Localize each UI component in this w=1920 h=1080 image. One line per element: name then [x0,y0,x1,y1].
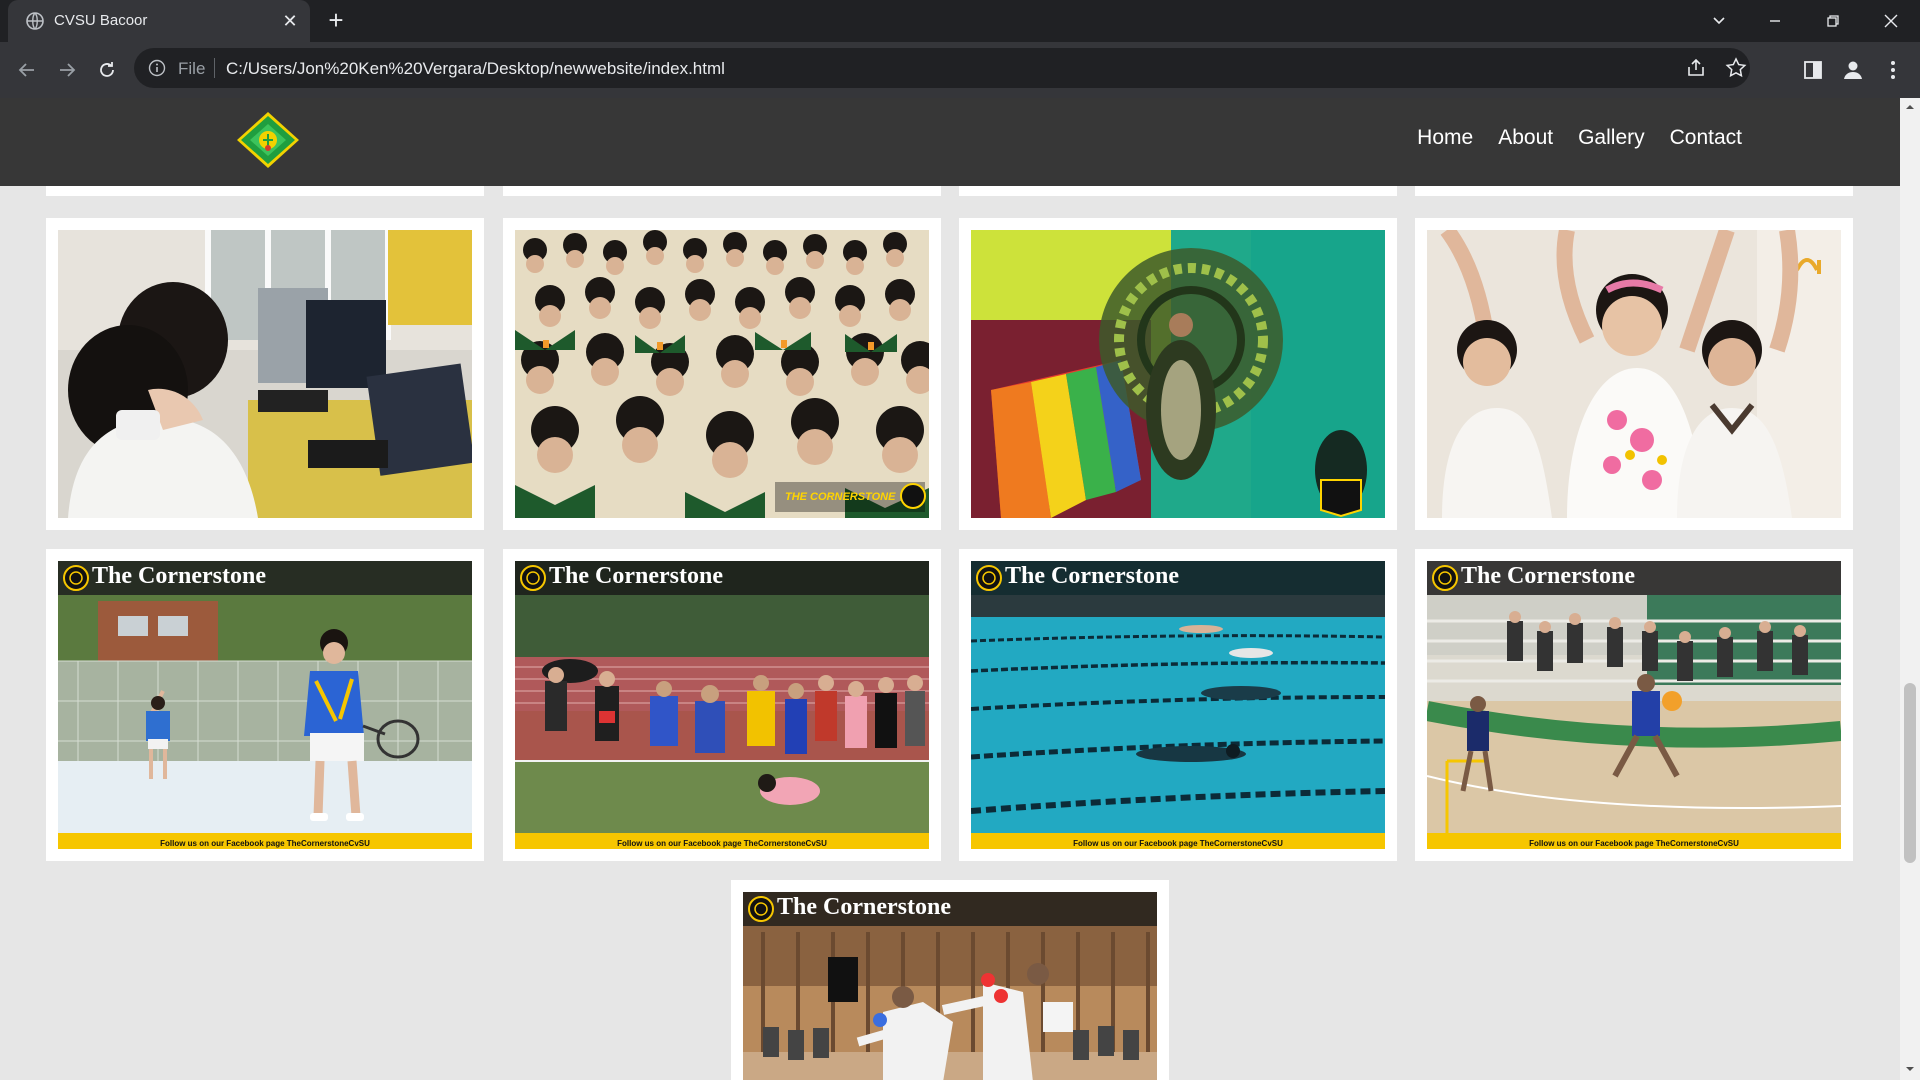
facebook-footer-strip: Follow us on our Facebook page TheCorner… [1427,833,1841,849]
gallery-photo-dancers[interactable] [1427,230,1841,518]
restore-icon[interactable] [1820,8,1846,34]
info-icon[interactable] [148,59,166,77]
gallery-card[interactable]: The Cornerstone Follow us on our Faceboo… [46,549,484,861]
gallery-card[interactable]: The Cornerstone [731,880,1169,1080]
gallery-photo-tennis[interactable]: The Cornerstone Follow us on our Faceboo… [58,561,472,849]
facebook-footer-strip: Follow us on our Facebook page TheCorner… [971,833,1385,849]
footer-text: Follow us on our Facebook page TheCorner… [1073,839,1283,848]
gallery-card[interactable] [46,218,484,530]
footer-text: Follow us on our Facebook page TheCorner… [1529,839,1739,848]
cornerstone-banner: The Cornerstone [971,561,1385,595]
gallery-photo-track-game[interactable]: The Cornerstone Follow us on our Faceboo… [515,561,929,849]
scheme-label: File [178,59,206,78]
new-tab-icon[interactable]: + [324,7,348,33]
site-navbar: Home About Gallery Contact [0,98,1900,186]
cornerstone-seal-icon [748,896,774,922]
scroll-up-icon[interactable] [1905,102,1915,112]
cornerstone-seal-icon [63,565,89,591]
nav-contact[interactable]: Contact [1670,126,1742,150]
gallery-card[interactable]: The Cornerstone Follow us on our Faceboo… [1415,549,1853,861]
footer-text: Follow us on our Facebook page TheCorner… [160,839,370,848]
nav-links: Home About Gallery Contact [1417,126,1742,150]
watermark-text: THE CORNERSTONE [785,491,896,503]
cornerstone-banner: The Cornerstone [58,561,472,595]
gallery-card[interactable]: The Cornerstone Follow us on our Faceboo… [959,549,1397,861]
page-viewport: Home About Gallery Contact THE CORNERSTO… [0,98,1920,1080]
scroll-down-icon[interactable] [1905,1064,1915,1074]
page-scrollbar[interactable] [1900,98,1920,1080]
cornerstone-banner: The Cornerstone [743,892,1157,926]
gallery-photo-swimming[interactable]: The Cornerstone Follow us on our Faceboo… [971,561,1385,849]
globe-icon [26,12,44,30]
close-tab-icon[interactable]: ✕ [280,11,300,31]
footer-text: Follow us on our Facebook page TheCorner… [617,839,827,848]
gallery-card[interactable]: THE CORNERSTONE [503,218,941,530]
banner-title: The Cornerstone [1461,563,1635,589]
profile-icon[interactable] [1840,57,1866,83]
nav-gallery[interactable]: Gallery [1578,126,1645,150]
gallery-card[interactable] [1415,218,1853,530]
close-window-icon[interactable] [1878,8,1904,34]
reload-icon[interactable] [94,57,120,83]
gallery-photo-computer-lab[interactable] [58,230,472,518]
minimize-icon[interactable] [1762,8,1788,34]
facebook-footer-strip: Follow us on our Facebook page TheCorner… [58,833,472,849]
nav-home[interactable]: Home [1417,126,1473,150]
url-text[interactable]: C:/Users/Jon%20Ken%20Vergara/Desktop/new… [226,59,725,79]
bookmark-star-icon[interactable] [1724,56,1748,80]
nav-about[interactable]: About [1498,126,1553,150]
gallery-photo-basketball[interactable]: The Cornerstone Follow us on our Faceboo… [1427,561,1841,849]
gallery-photo-graduation[interactable]: THE CORNERSTONE [515,230,929,518]
browser-tab[interactable]: CVSU Bacoor ✕ [8,0,310,42]
menu-kebab-icon[interactable] [1880,57,1906,83]
cornerstone-seal-icon [976,565,1002,591]
cornerstone-seal-icon [520,565,546,591]
gallery-photo-stage-performer[interactable] [971,230,1385,518]
cornerstone-banner: The Cornerstone [1427,561,1841,595]
gallery-card[interactable]: The Cornerstone Follow us on our Faceboo… [503,549,941,861]
gallery-card[interactable] [959,218,1397,530]
banner-title: The Cornerstone [777,894,951,920]
tab-search-icon[interactable] [1706,8,1732,34]
gallery-photo-karate[interactable]: The Cornerstone [743,892,1157,1080]
omnibox-divider [214,58,215,78]
side-panel-icon[interactable] [1800,57,1826,83]
browser-toolbar: File C:/Users/Jon%20Ken%20Vergara/Deskto… [0,42,1920,98]
facebook-footer-strip: Follow us on our Facebook page TheCorner… [515,833,929,849]
banner-title: The Cornerstone [549,563,723,589]
tab-title: CVSU Bacoor [54,12,148,29]
address-bar[interactable]: File C:/Users/Jon%20Ken%20Vergara/Deskto… [134,48,1750,88]
cornerstone-seal-icon [1432,565,1458,591]
scrollbar-thumb[interactable] [1904,683,1916,863]
banner-title: The Cornerstone [92,563,266,589]
forward-icon[interactable] [54,57,80,83]
tab-strip: CVSU Bacoor ✕ + [0,0,1920,42]
share-icon[interactable] [1684,56,1708,80]
banner-title: The Cornerstone [1005,563,1179,589]
back-icon[interactable] [14,57,40,83]
cvsu-logo[interactable] [235,110,301,170]
cornerstone-banner: The Cornerstone [515,561,929,595]
